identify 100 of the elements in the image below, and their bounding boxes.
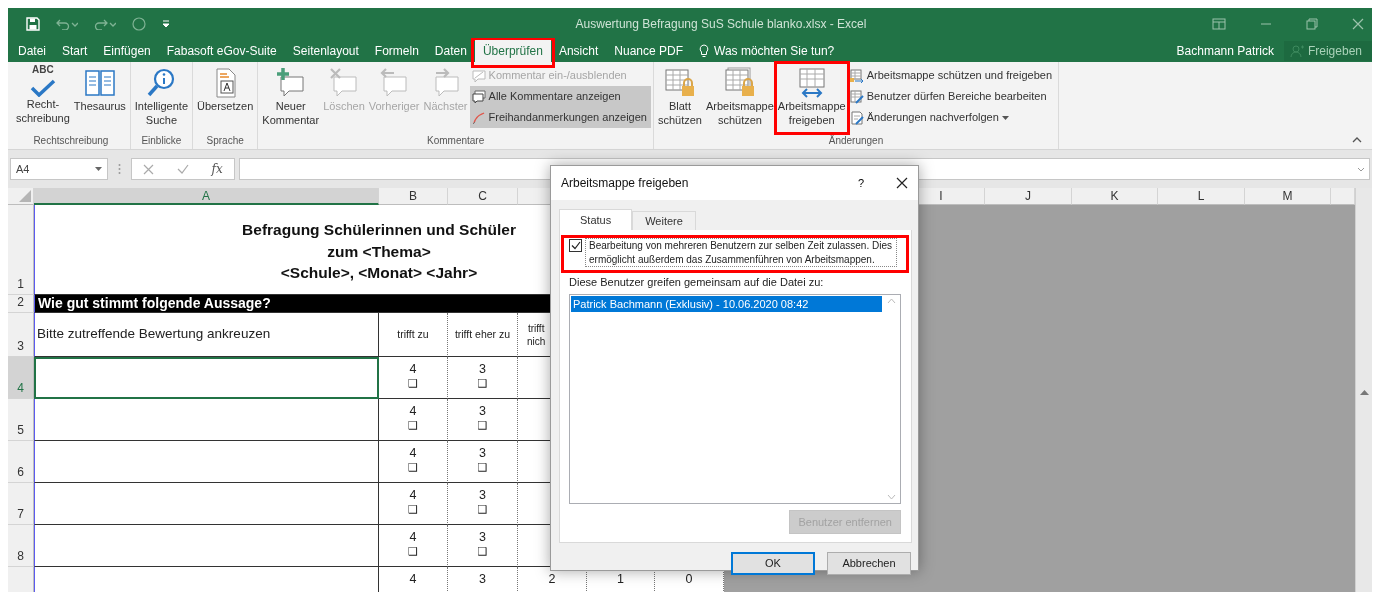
- table-cell[interactable]: 3 ❑: [448, 441, 518, 483]
- rating-value: 1: [617, 572, 624, 587]
- scroll-up-button[interactable]: [887, 297, 896, 304]
- ribbon-small-button[interactable]: Änderungen nachverfolgen: [847, 107, 1056, 128]
- ribbon-small-button[interactable]: Freihandanmerkungen anzeigen: [469, 107, 651, 128]
- table-cell[interactable]: 3 ❑: [448, 483, 518, 525]
- checkbox-glyph[interactable]: ❑: [477, 545, 488, 559]
- dialog-title: Arbeitsmappe freigeben: [561, 175, 690, 192]
- select-all-button[interactable]: [8, 188, 34, 205]
- insert-function-button[interactable]: fx: [211, 160, 223, 178]
- table-cell[interactable]: 4: [379, 567, 448, 592]
- ribbon-button[interactable]: Übersetzen: [195, 64, 256, 132]
- close-button[interactable]: [896, 177, 908, 189]
- ribbon-button[interactable]: Arbeitsmappe freigeben: [775, 64, 848, 132]
- redo-button[interactable]: [94, 18, 116, 30]
- touch-mode-button[interactable]: [132, 17, 146, 31]
- ribbon-tab[interactable]: Seitenlayout: [284, 40, 367, 62]
- name-box[interactable]: A4: [10, 158, 108, 180]
- ribbon-button[interactable]: ABC Recht- schreibung: [14, 64, 72, 132]
- restore-button[interactable]: [1306, 18, 1318, 30]
- ribbon-tab[interactable]: Ansicht: [550, 40, 607, 62]
- row-header[interactable]: 6: [8, 441, 34, 483]
- table-cell[interactable]: [34, 399, 379, 441]
- table-cell[interactable]: [34, 357, 379, 399]
- checkbox-glyph[interactable]: ❑: [477, 377, 488, 391]
- ribbon-small-button[interactable]: Benutzer dürfen Bereiche bearbeiten: [847, 86, 1056, 107]
- ribbon-tab[interactable]: Start: [54, 40, 96, 62]
- ribbon-tab[interactable]: Formeln: [366, 40, 427, 62]
- checkbox-glyph[interactable]: ❑: [408, 461, 418, 475]
- row-header[interactable]: 8: [8, 525, 34, 567]
- checkbox[interactable]: [569, 239, 582, 252]
- save-button[interactable]: [26, 17, 40, 31]
- ribbon-tab[interactable]: Daten: [426, 40, 475, 62]
- checkbox-glyph[interactable]: ❑: [477, 419, 488, 433]
- ribbon-tab[interactable]: Nuance PDF: [606, 40, 691, 62]
- ribbon-tab[interactable]: Fabasoft eGov-Suite: [158, 40, 285, 62]
- column-header[interactable]: K: [1072, 188, 1158, 205]
- row-header[interactable]: 4: [8, 357, 34, 399]
- column-header[interactable]: B: [379, 188, 448, 205]
- table-cell[interactable]: trifft zu: [379, 313, 448, 357]
- collapse-ribbon-button[interactable]: [1352, 137, 1362, 143]
- table-cell[interactable]: 3 ❑: [448, 399, 518, 441]
- list-item[interactable]: Patrick Bachmann (Exklusiv) - 10.06.2020 08:42: [571, 295, 882, 312]
- table-cell[interactable]: 4 ❑: [379, 399, 448, 441]
- checkbox-glyph[interactable]: ❑: [408, 377, 418, 391]
- table-cell[interactable]: 3 ❑: [448, 357, 518, 399]
- ribbon-button[interactable]: Thesaurus: [71, 64, 128, 132]
- ribbon-button[interactable]: Neuer Kommentar: [260, 64, 322, 132]
- checkbox-glyph[interactable]: ❑: [477, 503, 488, 517]
- table-cell[interactable]: Bitte zutreffende Bewertung ankreuzen: [34, 313, 379, 357]
- column-header[interactable]: M: [1245, 188, 1331, 205]
- table-cell[interactable]: 3: [448, 567, 518, 592]
- checkbox-glyph[interactable]: ❑: [408, 503, 418, 517]
- ribbon-tab[interactable]: Einfügen: [95, 40, 159, 62]
- rating-value: 4: [409, 572, 417, 587]
- cancel-button[interactable]: [143, 163, 155, 175]
- row-header[interactable]: 5: [8, 399, 34, 441]
- table-cell[interactable]: [34, 441, 379, 483]
- checkbox-label[interactable]: Bearbeitung von mehreren Benutzern zur selben Zeit zulassen. Dies ermöglicht außerdem das Zusammenführen von Arbeitsmappen.: [585, 238, 897, 267]
- customize-button[interactable]: [162, 20, 170, 28]
- checkbox-glyph[interactable]: ❑: [408, 545, 418, 559]
- table-cell[interactable]: 4 ❑: [379, 483, 448, 525]
- share-button[interactable]: Freigeben: [1283, 41, 1372, 61]
- checkbox-glyph[interactable]: ❑: [477, 461, 488, 475]
- table-cell[interactable]: trifft eher zu: [448, 313, 518, 357]
- dialog-button[interactable]: OK: [731, 552, 815, 575]
- close-icon: [896, 177, 908, 189]
- dialog-tab[interactable]: Status: [559, 209, 633, 230]
- ribbon-button[interactable]: Intelligente Suche: [132, 64, 191, 132]
- scroll-down-button[interactable]: [887, 493, 896, 500]
- table-cell[interactable]: [34, 483, 379, 525]
- ribbon-tab[interactable]: Überprüfen: [474, 40, 551, 62]
- row-header[interactable]: 1: [8, 205, 34, 295]
- table-cell[interactable]: 3 ❑: [448, 525, 518, 567]
- enter-button[interactable]: [176, 164, 189, 174]
- column-header[interactable]: J: [985, 188, 1072, 205]
- table-cell[interactable]: 4 ❑: [379, 525, 448, 567]
- dialog-button[interactable]: Abbrechen: [827, 552, 911, 575]
- column-header[interactable]: A: [34, 188, 379, 205]
- checkbox-glyph[interactable]: ❑: [408, 419, 418, 433]
- ribbon-small-button[interactable]: Alle Kommentare anzeigen: [469, 86, 651, 107]
- users-list[interactable]: Patrick Bachmann (Exklusiv) - 10.06.2020 08:42: [569, 293, 901, 504]
- table-cell[interactable]: 4 ❑: [379, 357, 448, 399]
- dialog-tab[interactable]: Weitere: [632, 211, 696, 230]
- ribbon-button[interactable]: Blatt schützen: [655, 64, 704, 132]
- undo-button[interactable]: [56, 18, 78, 30]
- row-header[interactable]: 7: [8, 483, 34, 525]
- vertical-scrollbar[interactable]: [1355, 188, 1372, 592]
- column-header[interactable]: C: [448, 188, 518, 205]
- ribbon-tab[interactable]: Datei: [10, 40, 54, 62]
- ribbon-small-button[interactable]: Arbeitsmappe schützen und freigeben: [847, 65, 1056, 86]
- table-cell[interactable]: 4 ❑: [379, 441, 448, 483]
- ribbon-button[interactable]: Arbeitsmappe schützen: [703, 64, 776, 132]
- column-header[interactable]: L: [1158, 188, 1245, 205]
- tell-me-search[interactable]: Was möchten Sie tun?: [699, 40, 835, 62]
- help-button[interactable]: ?: [857, 174, 864, 192]
- row-header[interactable]: 3: [8, 313, 34, 357]
- ribbon-display-button[interactable]: [1212, 18, 1226, 30]
- table-cell[interactable]: [34, 525, 379, 567]
- row-header[interactable]: 2: [8, 295, 34, 313]
